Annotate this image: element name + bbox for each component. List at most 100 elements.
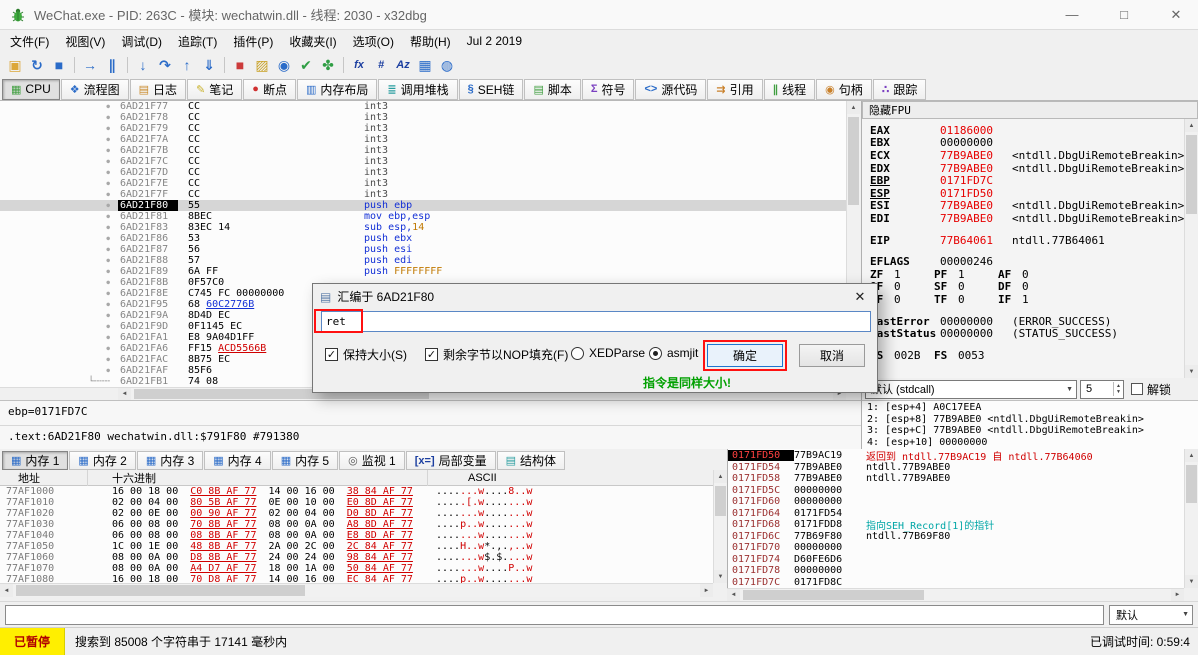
scroll-up-icon[interactable]: ▲ [714,470,727,483]
disasm-row[interactable]: ●6AD21F8756push esi [0,244,846,255]
disasm-row[interactable]: ●6AD21F8653push ebx [0,233,846,244]
run-icon[interactable]: → [79,54,101,76]
scroll-left-icon[interactable]: ◄ [118,388,131,400]
menu-item-5[interactable]: 收藏夹(I) [281,31,344,52]
tab-notes[interactable]: ✎笔记 [187,79,242,100]
tab-threads[interactable]: ∥线程 [764,79,816,100]
dump-row[interactable]: 77AF106008 00 0A 00D8 8B AF 7724 00 24 0… [0,552,713,563]
horizontal-scrollbar[interactable]: ◄► [0,583,713,597]
stack-row[interactable]: 0171FD7800000000 [728,565,1184,577]
scroll-right-icon[interactable]: ► [1171,589,1184,601]
dump-row[interactable]: 77AF102002 00 0E 0000 90 AF 7702 00 04 0… [0,508,713,519]
stack-arg-row[interactable]: 3: [esp+C] 77B9ABE0 <ntdll.DbgUiRemoteBr… [862,425,1198,437]
scroll-thumb[interactable] [1186,465,1197,503]
register-row[interactable]: EAX01186000 [870,124,1198,137]
command-input[interactable] [5,605,1104,625]
fx-icon[interactable]: fx [348,54,370,76]
disasm-row[interactable]: ●6AD21F7BCCint3 [0,145,846,156]
disasm-row[interactable]: ●6AD21F7DCCint3 [0,167,846,178]
keyboard-icon[interactable]: ▦ [414,54,436,76]
xedparse-radio[interactable]: XEDParse [571,346,645,360]
keep-size-checkbox[interactable]: 保持大小(S) [325,346,407,363]
scroll-track[interactable] [13,584,700,597]
vertical-scrollbar[interactable]: ▲▼ [1184,119,1198,378]
scroll-left-icon[interactable]: ◄ [0,584,13,597]
stack-row[interactable]: 0171FD5C00000000 [728,485,1184,497]
horizontal-scrollbar[interactable]: ◄► [727,588,1184,601]
maximize-button[interactable]: □ [1102,0,1146,30]
menu-item-6[interactable]: 选项(O) [345,31,402,52]
tab-memory-1[interactable]: ▦内存 1 [2,451,68,470]
disasm-row[interactable]: ●6AD21F896A FFpush FFFFFFFF [0,266,846,277]
unlock-checkbox[interactable]: 解锁 [1127,381,1171,398]
stack-row[interactable]: 0171FD680171FDD8指向SEH_Record[1]的指针 [728,519,1184,531]
register-row[interactable]: OF0SF0DF0 [870,281,1198,294]
hash-icon[interactable]: # [370,54,392,76]
assemble-instruction-input[interactable] [321,311,871,332]
dialog-close-icon[interactable]: ✕ [843,284,877,309]
command-script-combo[interactable]: 默认 ▼ [1109,605,1193,625]
tab-symbols[interactable]: Σ符号 [582,79,635,100]
register-row[interactable]: ZF1PF1AF0 [870,268,1198,281]
breakpoint-icon[interactable]: ■ [229,54,251,76]
globe-icon[interactable]: ◍ [436,54,458,76]
register-row[interactable]: ECX77B9ABE0<ntdll.DbgUiRemoteBreakin> [870,149,1198,162]
scroll-track[interactable] [1185,462,1198,575]
cd-icon[interactable]: ◉ [273,54,295,76]
args-count-spinner[interactable]: 5 ▲▼ [1080,380,1124,399]
run-to-user-icon[interactable]: ⇓ [198,54,220,76]
register-row[interactable]: GS002BFS0053 [870,349,1198,362]
tab-trace[interactable]: ∴跟踪 [873,79,927,100]
tab-breakpoints[interactable]: ●断点 [243,79,296,100]
disasm-row[interactable]: ●6AD21F7ECCint3 [0,178,846,189]
tab-call-stack[interactable]: ≣调用堆栈 [378,79,457,100]
tab-struct[interactable]: ▤结构体 [497,451,565,470]
disasm-row[interactable]: ●6AD21F8857push edi [0,255,846,266]
menu-item-1[interactable]: 视图(V) [57,31,113,52]
disasm-row[interactable]: ●6AD21F78CCint3 [0,112,846,123]
tab-memory-4[interactable]: ▦内存 4 [204,451,270,470]
check-icon[interactable]: ✔ [295,54,317,76]
tab-graph[interactable]: ❖流程图 [61,79,129,100]
scroll-down-icon[interactable]: ▼ [1185,365,1198,378]
register-row[interactable]: EDX77B9ABE0<ntdll.DbgUiRemoteBreakin> [870,162,1198,175]
step-into-icon[interactable]: ↓ [132,54,154,76]
scroll-thumb[interactable] [848,117,859,205]
tab-cpu[interactable]: ▦CPU [2,79,60,100]
hide-fpu-button[interactable]: 隐藏FPU [862,101,1198,119]
cancel-button[interactable]: 取消 [799,344,865,367]
stack-arg-row[interactable]: 2: [esp+8] 77B9ABE0 <ntdll.DbgUiRemoteBr… [862,414,1198,426]
disasm-row[interactable]: ●6AD21F8055push ebp [0,200,846,211]
patch-icon[interactable]: ▨ [251,54,273,76]
vertical-scrollbar[interactable]: ▲▼ [1184,449,1198,588]
register-row[interactable]: CF0TF0IF1 [870,293,1198,306]
scroll-thumb[interactable] [1186,135,1197,214]
dump-row[interactable]: 77AF108016 00 18 0070 D8 AF 7714 00 16 0… [0,574,713,583]
az-icon[interactable]: Az [392,54,414,76]
stack-row[interactable]: 0171FD7C0171FD8C [728,577,1184,589]
scroll-up-icon[interactable]: ▲ [847,101,860,114]
scroll-up-icon[interactable]: ▲ [1185,449,1198,462]
dump-row[interactable]: 77AF10501C 00 1E 0048 8B AF 772A 00 2C 0… [0,541,713,552]
stack-row[interactable]: 0171FD5077B9AC19返回到 ntdll.77B9AC19 自 ntd… [728,450,1184,462]
menu-item-8[interactable]: Jul 2 2019 [459,32,530,50]
register-row[interactable]: LastStatus00000000(STATUS_SUCCESS) [870,327,1198,340]
vertical-scrollbar[interactable]: ▲▼ [713,470,727,583]
stack-row[interactable]: 0171FD6000000000 [728,496,1184,508]
scroll-track[interactable] [1185,132,1198,365]
tab-memory-map[interactable]: ▥内存布局 [297,79,377,100]
register-row[interactable]: EBX00000000 [870,137,1198,150]
step-out-icon[interactable]: ↑ [176,54,198,76]
scroll-thumb[interactable] [715,486,726,516]
disasm-row[interactable]: ●6AD21F8383EC 14sub esp,14 [0,222,846,233]
dump-row[interactable]: 77AF104006 00 08 0008 8B AF 7708 00 0A 0… [0,530,713,541]
spinner-arrows-icon[interactable]: ▲▼ [1113,382,1123,396]
disasm-row[interactable]: ●6AD21F77CCint3 [0,101,846,112]
ok-button[interactable]: 确定 [707,344,783,367]
register-row[interactable]: EDI77B9ABE0<ntdll.DbgUiRemoteBreakin> [870,212,1198,225]
tab-references[interactable]: ⇉引用 [707,79,762,100]
dump-row[interactable]: 77AF103006 00 08 0070 8B AF 7708 00 0A 0… [0,519,713,530]
menu-item-2[interactable]: 调试(D) [113,31,170,52]
close-button[interactable]: ✕ [1154,0,1198,30]
scroll-up-icon[interactable]: ▲ [1185,119,1198,132]
